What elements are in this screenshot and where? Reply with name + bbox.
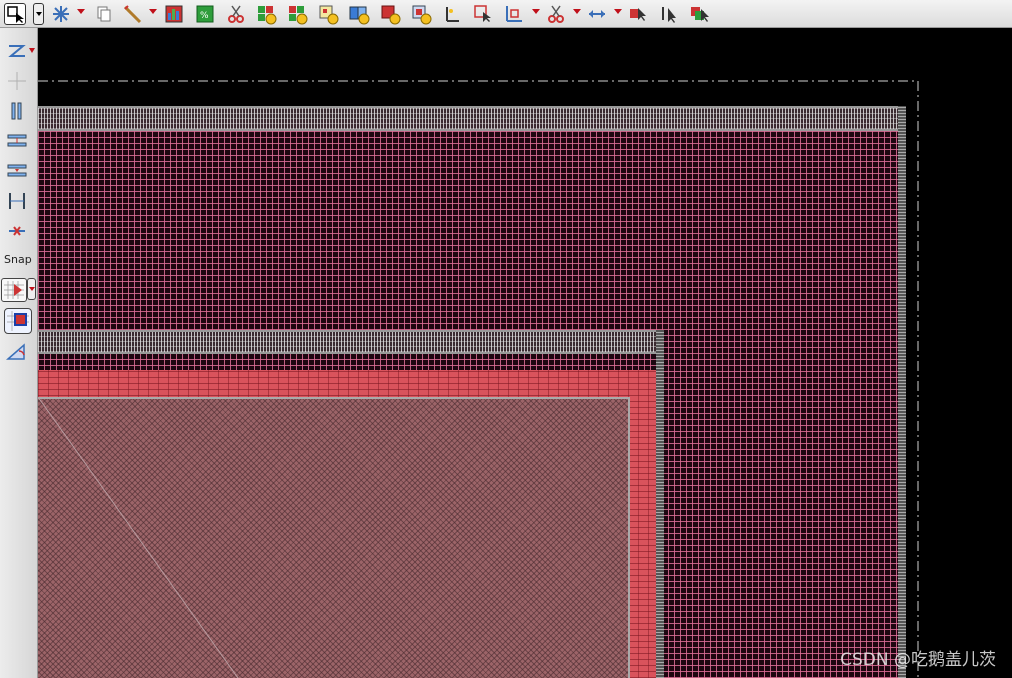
flip-icon[interactable] [5,40,29,62]
move-arrows-icon[interactable] [586,3,608,25]
stretch-icon[interactable] [503,3,525,25]
add-green-icon[interactable] [255,3,277,25]
layout-canvas[interactable] [38,28,1012,678]
inner-guard-strip-top[interactable] [38,330,664,354]
add-book-icon[interactable] [348,3,370,25]
vertical-align-icon[interactable] [5,100,29,122]
stretch-dropdown-icon[interactable] [532,9,540,14]
add-blue-icon[interactable] [410,3,432,25]
inner-guard-strip-right[interactable] [656,330,664,678]
watermark: CSDN @吃鹅盖儿茨 [840,650,996,670]
red-pointer-icon[interactable] [627,3,649,25]
center-icon[interactable] [5,70,29,92]
copy-icon[interactable] [92,3,114,25]
select-box-icon[interactable] [472,3,494,25]
outer-guard-strip-right[interactable] [898,106,906,678]
svg-text:%: % [200,11,209,21]
top-toolbar: % [0,0,1012,28]
select-dropdown-button[interactable] [33,3,44,25]
scissors-icon[interactable] [225,3,247,25]
add-square-icon[interactable] [317,3,339,25]
snowflake-icon[interactable] [50,3,72,25]
select-arrow-icon[interactable] [4,3,26,25]
pointer-select-icon[interactable] [658,3,680,25]
snowflake-dropdown-icon[interactable] [77,9,85,14]
move-dropdown-icon[interactable] [614,9,622,14]
snap-box-icon[interactable] [4,308,32,334]
snap-angle-icon[interactable] [5,340,29,362]
wand-icon[interactable] [122,3,144,25]
horizontal-align-top-icon[interactable] [5,130,29,152]
add-green-red-icon[interactable] [286,3,308,25]
chart-icon[interactable] [163,3,185,25]
ruler-pencil-icon[interactable] [441,3,463,25]
wand-dropdown-icon[interactable] [149,9,157,14]
outer-guard-strip-top[interactable] [38,106,906,131]
delete-align-icon[interactable] [5,220,29,242]
add-red-icon[interactable] [379,3,401,25]
cut-icon[interactable] [545,3,567,25]
diagonal-guide-line [38,397,239,678]
flip-dropdown-icon[interactable] [29,48,35,53]
pointer-move-icon[interactable] [689,3,711,25]
distribute-icon[interactable] [5,190,29,212]
green-square-icon[interactable]: % [194,3,216,25]
cut-dropdown-icon[interactable] [573,9,581,14]
snap-grid-icon[interactable] [1,278,27,302]
snap-label: Snap [4,253,32,266]
snap-dropdown-button[interactable] [27,278,36,300]
horizontal-align-bottom-icon[interactable] [5,160,29,182]
left-toolbar: Snap [0,28,38,678]
